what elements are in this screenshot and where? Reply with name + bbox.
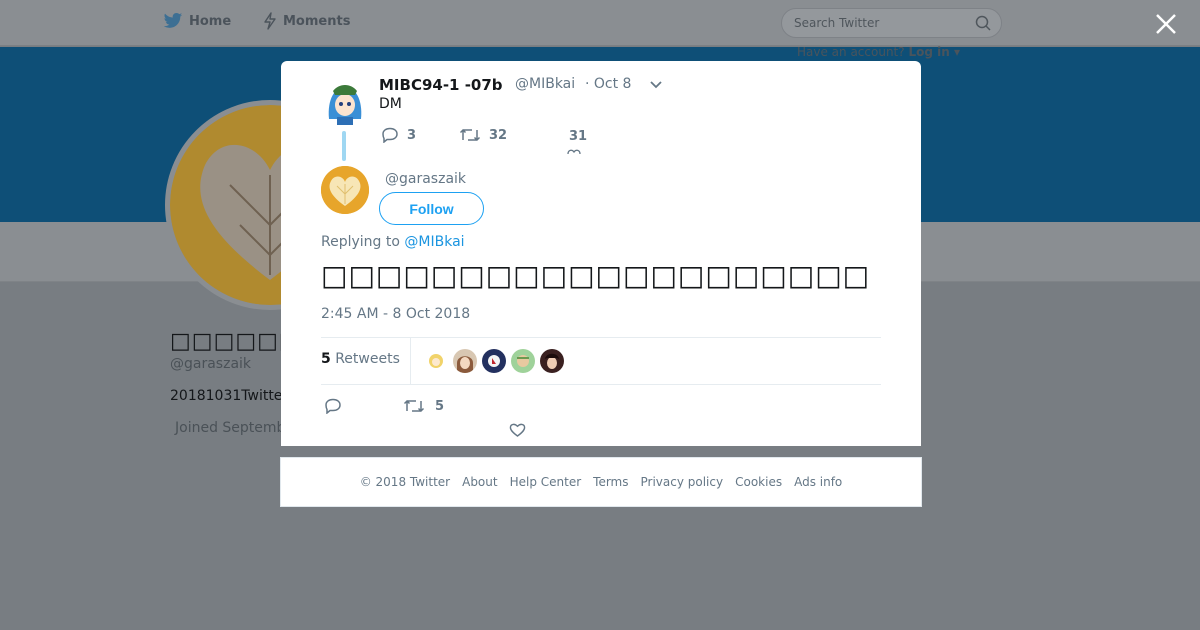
lightning-icon	[264, 12, 276, 30]
replying-to: Replying to @MIBkai	[321, 234, 465, 250]
login-prompt: Have an account? Log in ▾	[797, 45, 960, 59]
parent-retweet-action[interactable]: 32	[459, 127, 507, 143]
search-input[interactable]: Search Twitter	[781, 8, 1002, 38]
nav-home-label: Home	[189, 13, 232, 29]
parent-tweet-avatar[interactable]	[321, 79, 369, 127]
retweeter-avatar[interactable]	[424, 349, 448, 373]
retweet-icon	[403, 399, 425, 413]
profile-bio: 20181031Twitter	[170, 388, 285, 404]
profile-joined-text: Joined September	[175, 420, 285, 436]
profile-handle: @garaszaik	[170, 356, 252, 372]
twitter-bird-icon	[163, 13, 183, 28]
retweeter-avatars	[424, 349, 564, 373]
retweet-stats[interactable]: 5 Retweets	[321, 351, 400, 367]
stats-divider-top	[321, 337, 881, 338]
reply-retweet-count: 5	[435, 398, 445, 414]
parent-tweet-date[interactable]: · Oct 8	[585, 76, 631, 92]
replying-to-handle-link[interactable]: @MIBkai	[404, 234, 464, 250]
footer-link-terms[interactable]: Terms	[593, 475, 628, 489]
close-icon[interactable]	[1154, 12, 1178, 36]
reply-tweet-handle[interactable]: @garaszaik	[385, 171, 466, 187]
stats-separator	[410, 337, 411, 384]
parent-tweet-author-name[interactable]: MIBC94-1 -07b	[379, 76, 503, 94]
profile-joined: Joined September	[170, 420, 285, 436]
follow-button[interactable]: Follow	[379, 192, 484, 225]
have-account-text: Have an account?	[797, 45, 905, 59]
chevron-down-icon[interactable]	[649, 77, 663, 91]
retweeter-avatar[interactable]	[482, 349, 506, 373]
tweet-modal: MIBC94-1 -07b @MIBkai · Oct 8 DM 3 32 31…	[281, 61, 921, 446]
search-icon[interactable]	[975, 15, 991, 31]
stats-divider-bottom	[321, 384, 881, 385]
retweeter-avatar[interactable]	[511, 349, 535, 373]
parent-reply-count: 3	[407, 127, 417, 143]
modal-footer: © 2018 Twitter About Help Center Terms P…	[280, 457, 922, 507]
retweet-stats-count: 5	[321, 351, 331, 367]
retweeter-avatar[interactable]	[540, 349, 564, 373]
footer-link-privacy-policy[interactable]: Privacy policy	[641, 475, 724, 489]
footer-link-ads-info[interactable]: Ads info	[794, 475, 842, 489]
heart-icon[interactable]	[509, 422, 526, 438]
nav-moments[interactable]: Moments	[263, 12, 350, 30]
replying-to-prefix: Replying to	[321, 234, 400, 250]
reply-tweet-timestamp[interactable]: 2:45 AM - 8 Oct 2018	[321, 306, 470, 322]
thread-connector	[342, 131, 346, 161]
login-link[interactable]: Log in ▾	[908, 45, 960, 59]
nav-moments-label: Moments	[283, 13, 351, 29]
reply-retweet-action[interactable]: 5	[403, 398, 444, 414]
footer-link-about[interactable]: About	[462, 475, 497, 489]
reply-tweet-avatar[interactable]	[321, 166, 369, 214]
reply-icon[interactable]	[324, 398, 342, 414]
parent-tweet-text: DM	[379, 96, 402, 112]
footer-copyright: © 2018 Twitter	[359, 475, 451, 489]
footer-link-help-center[interactable]: Help Center	[510, 475, 582, 489]
footer-link-cookies[interactable]: Cookies	[735, 475, 782, 489]
parent-retweet-count: 32	[489, 127, 508, 143]
search-placeholder: Search Twitter	[794, 16, 880, 30]
reply-icon	[382, 127, 398, 143]
nav-home[interactable]: Home	[163, 12, 231, 30]
retweeter-avatar[interactable]	[453, 349, 477, 373]
parent-reply-action[interactable]: 3	[381, 127, 416, 143]
parent-tweet-handle[interactable]: @MIBkai	[515, 76, 575, 92]
parent-like-count[interactable]: 31	[569, 129, 587, 144]
heart-icon[interactable]	[567, 148, 581, 156]
reply-tweet-text: □□□□□□□□□□□□□□□□□□□□	[321, 259, 871, 292]
retweet-icon	[459, 128, 481, 142]
retweet-stats-label: Retweets	[335, 351, 400, 367]
